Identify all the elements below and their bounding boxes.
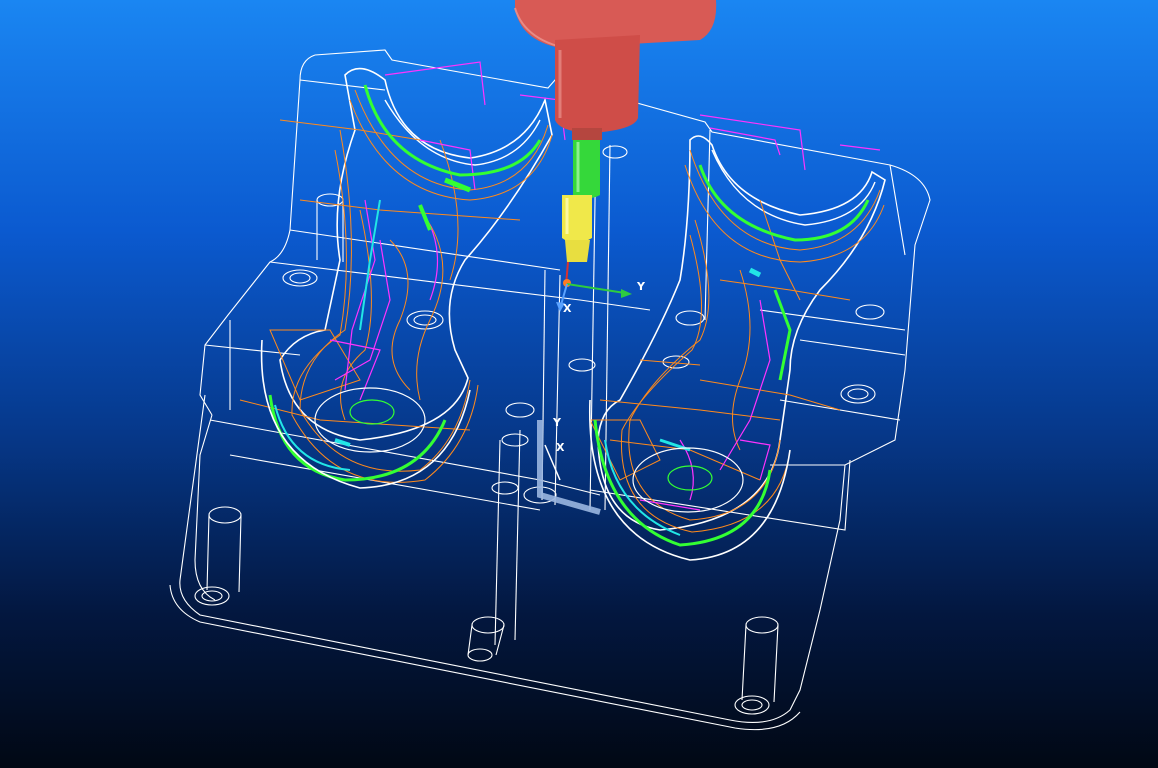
triad-secondary-y-label: Y	[552, 416, 562, 429]
fixture-wireframe	[169, 49, 931, 731]
cam-3d-viewport[interactable]: Y X Y X	[0, 0, 1158, 768]
right-part-pocket	[589, 114, 886, 561]
triad-secondary-x-label: X	[556, 441, 565, 454]
cutting-tool	[514, 0, 717, 287]
triad-primary-y-label: Y	[636, 280, 646, 293]
tool-coordinate-triad: Y X	[556, 280, 646, 315]
triad-primary-x-label: X	[563, 302, 572, 315]
left-part-pocket	[239, 61, 566, 489]
